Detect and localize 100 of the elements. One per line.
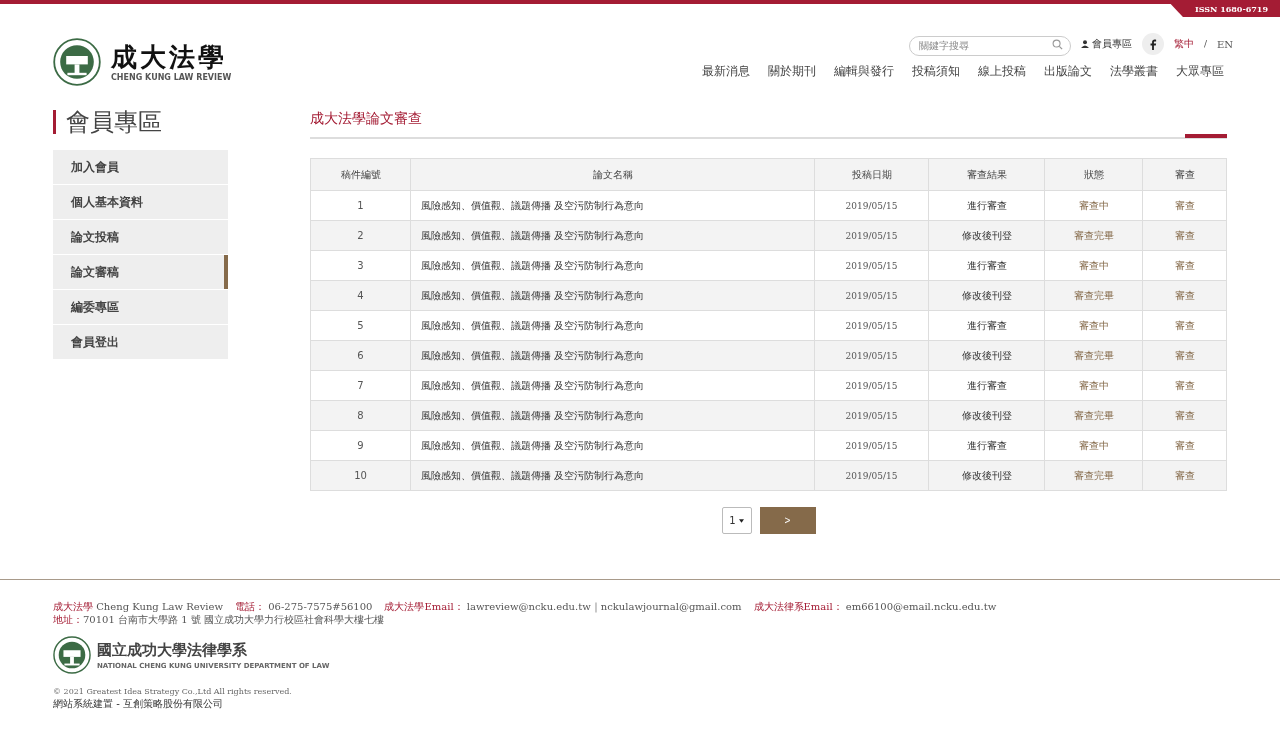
credit-text: 網站系統建置 - 互創策略股份有限公司 bbox=[53, 698, 224, 710]
review-link[interactable]: 審查 bbox=[1142, 190, 1227, 221]
nav-link[interactable]: 線上投稿 bbox=[969, 63, 1035, 80]
table-cell: 風險感知、價值觀、議題傳播 及空污防制行為意向 bbox=[410, 340, 815, 371]
contact-text: 成大法學 Cheng Kung Law Review bbox=[53, 600, 224, 613]
table-cell: 修改後刊登 bbox=[928, 340, 1045, 371]
next-button[interactable]: > bbox=[759, 507, 816, 534]
table-cell: 風險感知、價值觀、議題傳播 及空污防制行為意向 bbox=[410, 400, 815, 431]
contact-text: 成大法學Email： lawreview@ncku.edu.tw｜nckulawjournal@gmail.com bbox=[384, 600, 742, 613]
nav-link[interactable]: 法學叢書 bbox=[1101, 63, 1167, 80]
status-cell: 審查中 bbox=[1044, 250, 1143, 281]
status-cell: 審查中 bbox=[1044, 430, 1143, 461]
table-cell: 進行審查 bbox=[928, 370, 1045, 401]
status-cell: 審查中 bbox=[1044, 370, 1143, 401]
language-link[interactable]: 繁中 bbox=[1173, 37, 1194, 51]
sidebar-item[interactable]: 論文投稿 bbox=[53, 220, 228, 254]
status-cell: 審查中 bbox=[1044, 310, 1143, 341]
table-cell: 修改後刊登 bbox=[928, 280, 1045, 311]
language-separator: / bbox=[1203, 39, 1207, 49]
search-icon[interactable] bbox=[1051, 39, 1063, 50]
table-cell: 1 bbox=[310, 190, 411, 221]
table-cell: 風險感知、價值觀、議題傳播 及空污防制行為意向 bbox=[410, 430, 815, 461]
nav-link[interactable]: 最新消息 bbox=[693, 63, 759, 80]
nav-link[interactable]: 出版論文 bbox=[1035, 63, 1101, 80]
column-header: 審查結果 bbox=[928, 158, 1045, 191]
copyright-text: © 2021 Greatest Idea Strategy Co.,Ltd All rights reserved. bbox=[53, 686, 293, 698]
status-cell: 審查完畢 bbox=[1044, 460, 1143, 491]
review-link[interactable]: 審查 bbox=[1142, 280, 1227, 311]
member-link[interactable]: 會員專區 bbox=[1080, 37, 1132, 51]
table-cell: 2019/05/15 bbox=[814, 340, 929, 371]
search-field[interactable]: 關鍵字搜尋 bbox=[908, 35, 1071, 56]
nav-link[interactable]: 大眾專區 bbox=[1167, 63, 1233, 80]
table-cell: 進行審查 bbox=[928, 310, 1045, 341]
table-cell: 進行審查 bbox=[928, 250, 1045, 281]
sidebar-item[interactable]: 編委專區 bbox=[53, 290, 228, 324]
sidebar-item[interactable]: 論文審稿 bbox=[53, 255, 228, 289]
table-cell: 風險感知、價值觀、議題傳播 及空污防制行為意向 bbox=[410, 220, 815, 251]
table-cell: 進行審查 bbox=[928, 190, 1045, 221]
contact-text: 成大法律系Email： em66100@email.ncku.edu.tw bbox=[753, 600, 997, 613]
table-cell: 風險感知、價值觀、議題傳播 及空污防制行為意向 bbox=[410, 280, 815, 311]
table-cell: 6 bbox=[310, 340, 411, 371]
sidebar-item[interactable]: 加入會員 bbox=[53, 150, 228, 184]
sidebar-item[interactable]: 會員登出 bbox=[53, 325, 228, 359]
contact-text: 電話： 06-275-7575#56100 bbox=[235, 600, 373, 613]
review-link[interactable]: 審查 bbox=[1142, 310, 1227, 341]
nav-link[interactable]: 編輯與發行 bbox=[825, 63, 903, 80]
review-link[interactable]: 審查 bbox=[1142, 430, 1227, 461]
table-cell: 風險感知、價值觀、議題傳播 及空污防制行為意向 bbox=[410, 370, 815, 401]
nav-link[interactable]: 關於期刊 bbox=[759, 63, 825, 80]
table-cell: 2019/05/15 bbox=[814, 280, 929, 311]
language-link[interactable]: EN bbox=[1216, 38, 1233, 50]
column-header: 狀態 bbox=[1044, 158, 1143, 191]
emblem-logo bbox=[53, 38, 101, 86]
table-cell: 2019/05/15 bbox=[814, 310, 929, 341]
table-cell: 修改後刊登 bbox=[928, 400, 1045, 431]
review-link[interactable]: 審查 bbox=[1142, 220, 1227, 251]
table-cell: 9 bbox=[310, 430, 411, 461]
table-cell: 2019/05/15 bbox=[814, 250, 929, 281]
table-cell: 2019/05/15 bbox=[814, 370, 929, 401]
review-link[interactable]: 審查 bbox=[1142, 460, 1227, 491]
review-link[interactable]: 審查 bbox=[1142, 250, 1227, 281]
status-cell: 審查中 bbox=[1044, 190, 1143, 221]
review-link[interactable]: 審查 bbox=[1142, 340, 1227, 371]
table-cell: 2019/05/15 bbox=[814, 220, 929, 251]
table-cell: 4 bbox=[310, 280, 411, 311]
table-cell: 修改後刊登 bbox=[928, 460, 1045, 491]
table-cell: 2019/05/15 bbox=[814, 190, 929, 221]
table-cell: 風險感知、價值觀、議題傳播 及空污防制行為意向 bbox=[410, 310, 815, 341]
table-cell: 8 bbox=[310, 400, 411, 431]
table-cell: 風險感知、價值觀、議題傳播 及空污防制行為意向 bbox=[410, 460, 815, 491]
table-cell: 風險感知、價值觀、議題傳播 及空污防制行為意向 bbox=[410, 250, 815, 281]
section-title: 成大法學論文審查 bbox=[310, 110, 423, 128]
column-header: 稿件編號 bbox=[310, 158, 411, 191]
emblem-logo bbox=[53, 636, 91, 674]
table-cell: 2019/05/15 bbox=[814, 400, 929, 431]
table-cell: 進行審查 bbox=[928, 430, 1045, 461]
status-cell: 審查完畢 bbox=[1044, 280, 1143, 311]
review-link[interactable]: 審查 bbox=[1142, 400, 1227, 431]
logo-subtitle: CHENG KUNG LAW REVIEW bbox=[111, 72, 232, 82]
table-cell: 7 bbox=[310, 370, 411, 401]
table-cell: 10 bbox=[310, 460, 411, 491]
sidebar-title: 會員專區 bbox=[53, 110, 228, 134]
table-cell: 風險感知、價值觀、議題傳播 及空污防制行為意向 bbox=[410, 190, 815, 221]
column-header: 審查 bbox=[1142, 158, 1227, 191]
facebook-icon bbox=[1148, 38, 1157, 50]
status-cell: 審查完畢 bbox=[1044, 220, 1143, 251]
status-cell: 審查完畢 bbox=[1044, 400, 1143, 431]
table-cell: 5 bbox=[310, 310, 411, 341]
table-cell: 修改後刊登 bbox=[928, 220, 1045, 251]
page-select[interactable]: 1 bbox=[721, 507, 752, 534]
status-cell: 審查完畢 bbox=[1044, 340, 1143, 371]
column-header: 論文名稱 bbox=[410, 158, 815, 191]
department-title: 國立成功大學法律學系 bbox=[97, 640, 248, 660]
review-link[interactable]: 審查 bbox=[1142, 370, 1227, 401]
person-icon bbox=[1080, 40, 1089, 48]
nav-link[interactable]: 投稿須知 bbox=[903, 63, 969, 80]
facebook-button[interactable] bbox=[1141, 33, 1164, 55]
sidebar-item[interactable]: 個人基本資料 bbox=[53, 185, 228, 219]
table-cell: 2019/05/15 bbox=[814, 430, 929, 461]
table-cell: 3 bbox=[310, 250, 411, 281]
